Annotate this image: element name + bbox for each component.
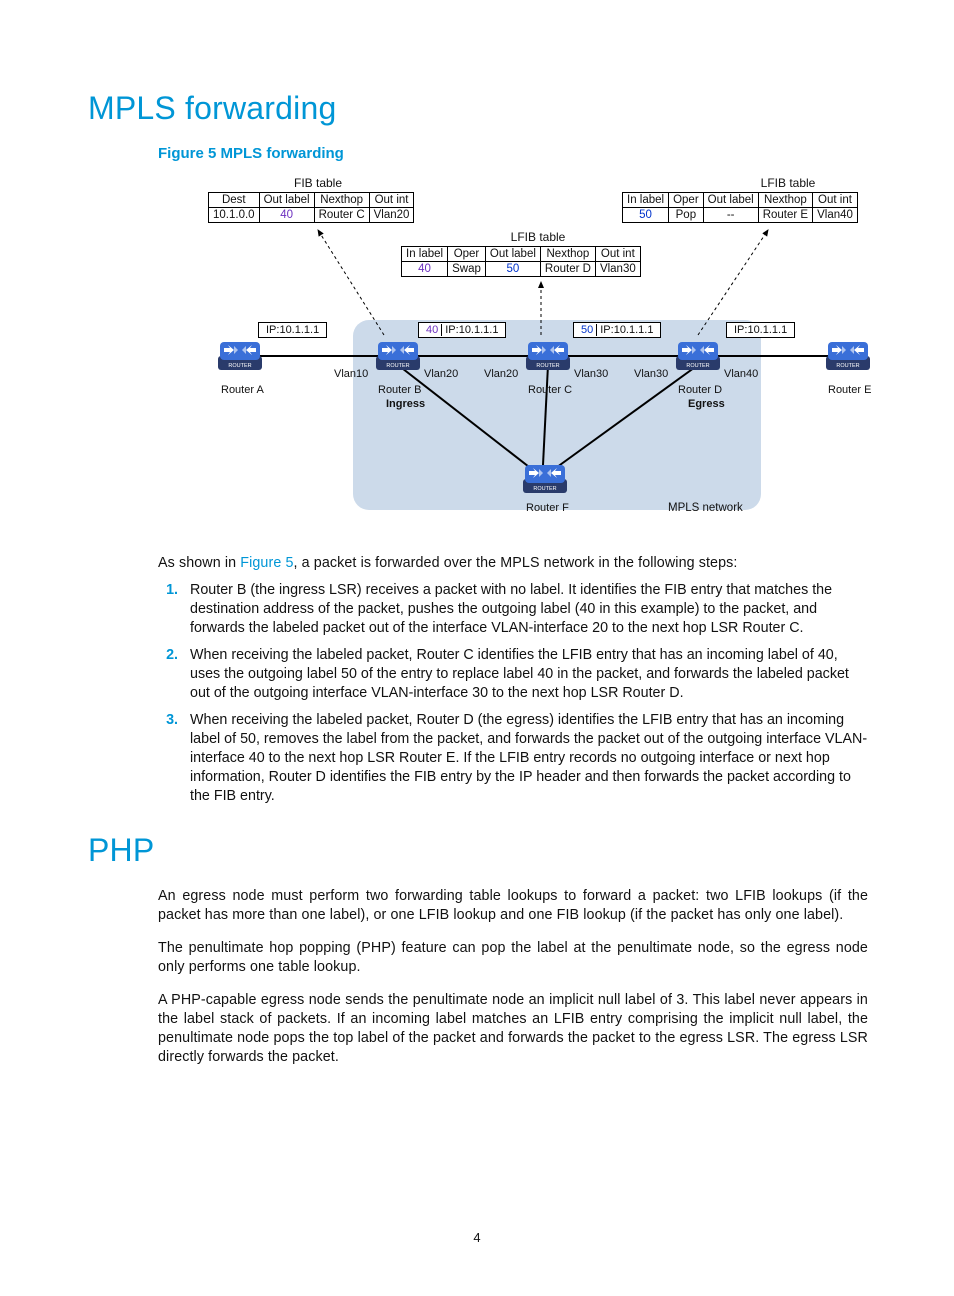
text: , a packet is forwarded over the MPLS ne… <box>294 555 738 571</box>
cell: Out label <box>703 193 758 208</box>
cell: Router C <box>314 208 369 223</box>
router-e-icon <box>826 342 870 370</box>
fib-table: Dest Out label Nexthop Out int 10.1.0.0 … <box>208 192 414 223</box>
lfib-c-table: In label Oper Out label Nexthop Out int … <box>401 246 641 277</box>
port-d-out: Vlan40 <box>724 368 758 380</box>
figure-mpls-forwarding: FIB table LFIB table LFIB table Dest Out… <box>128 170 868 540</box>
step-2: When receiving the labeled packet, Route… <box>182 646 868 703</box>
cell: Vlan20 <box>369 208 414 223</box>
router-f-label: Router F <box>526 502 569 514</box>
cell: Oper <box>669 193 704 208</box>
cell: In label <box>402 247 448 262</box>
port-b-out: Vlan20 <box>424 368 458 380</box>
php-para-2: The penultimate hop popping (PHP) featur… <box>158 939 868 977</box>
cell: Nexthop <box>758 193 812 208</box>
router-a-icon <box>218 342 262 370</box>
fib-table-title: FIB table <box>258 176 378 190</box>
figure-ref-link[interactable]: Figure 5 <box>240 555 293 571</box>
intro-paragraph: As shown in Figure 5, a packet is forwar… <box>158 554 868 573</box>
cell: Out int <box>813 193 858 208</box>
port-c-in: Vlan20 <box>484 368 518 380</box>
cell: Out int <box>595 247 640 262</box>
router-b-label: Router B <box>378 384 421 396</box>
packet-a: IP:10.1.1.1 <box>258 322 327 338</box>
cell: Out int <box>369 193 414 208</box>
router-d-icon <box>676 342 720 370</box>
text: As shown in <box>158 555 240 571</box>
packet-label: 50 <box>578 324 597 336</box>
page-number: 4 <box>0 1230 954 1245</box>
packet-ip: IP:10.1.1.1 <box>263 324 322 336</box>
router-d-label: Router D <box>678 384 722 396</box>
packet-b: 40 IP:10.1.1.1 <box>418 322 506 338</box>
router-f-icon <box>523 465 567 493</box>
packet-ip: IP:10.1.1.1 <box>731 324 790 336</box>
cell: Out label <box>485 247 540 262</box>
cell: 10.1.0.0 <box>209 208 260 223</box>
cell: Vlan30 <box>595 262 640 277</box>
port-d-in: Vlan30 <box>634 368 668 380</box>
cell: Nexthop <box>540 247 595 262</box>
cell: Out label <box>259 193 314 208</box>
cell: -- <box>703 208 758 223</box>
cell: Oper <box>448 247 486 262</box>
heading-php: PHP <box>88 832 868 869</box>
lfib-c-title: LFIB table <box>488 230 588 244</box>
cell: 40 <box>259 208 314 223</box>
cell: Dest <box>209 193 260 208</box>
cell: Vlan40 <box>813 208 858 223</box>
cell: 50 <box>623 208 669 223</box>
cell: Nexthop <box>314 193 369 208</box>
packet-c: 50 IP:10.1.1.1 <box>573 322 661 338</box>
mpls-network-label: MPLS network <box>668 502 743 514</box>
router-d-role: Egress <box>688 398 725 410</box>
cell: Router E <box>758 208 812 223</box>
packet-ip: IP:10.1.1.1 <box>442 324 501 336</box>
port-b-in: Vlan10 <box>334 368 368 380</box>
packet-d: IP:10.1.1.1 <box>726 322 795 338</box>
router-a-label: Router A <box>221 384 264 396</box>
router-c-label: Router C <box>528 384 572 396</box>
heading-mpls-forwarding: MPLS forwarding <box>88 90 868 127</box>
cell: 50 <box>485 262 540 277</box>
cell: In label <box>623 193 669 208</box>
php-para-1: An egress node must perform two forwardi… <box>158 887 868 925</box>
figure-caption: Figure 5 MPLS forwarding <box>158 145 868 162</box>
cell: Swap <box>448 262 486 277</box>
port-c-out: Vlan30 <box>574 368 608 380</box>
router-b-icon <box>376 342 420 370</box>
step-1: Router B (the ingress LSR) receives a pa… <box>182 581 868 638</box>
packet-label: 40 <box>423 324 442 336</box>
lfib-d-title: LFIB table <box>728 176 848 190</box>
packet-ip: IP:10.1.1.1 <box>597 324 656 336</box>
lfib-d-table: In label Oper Out label Nexthop Out int … <box>622 192 858 223</box>
php-para-3: A PHP-capable egress node sends the penu… <box>158 991 868 1067</box>
steps-list: Router B (the ingress LSR) receives a pa… <box>158 581 868 806</box>
router-b-role: Ingress <box>386 398 425 410</box>
cell: 40 <box>402 262 448 277</box>
cell: Router D <box>540 262 595 277</box>
router-c-icon <box>526 342 570 370</box>
router-e-label: Router E <box>828 384 871 396</box>
cell: Pop <box>669 208 704 223</box>
step-3: When receiving the labeled packet, Route… <box>182 711 868 806</box>
